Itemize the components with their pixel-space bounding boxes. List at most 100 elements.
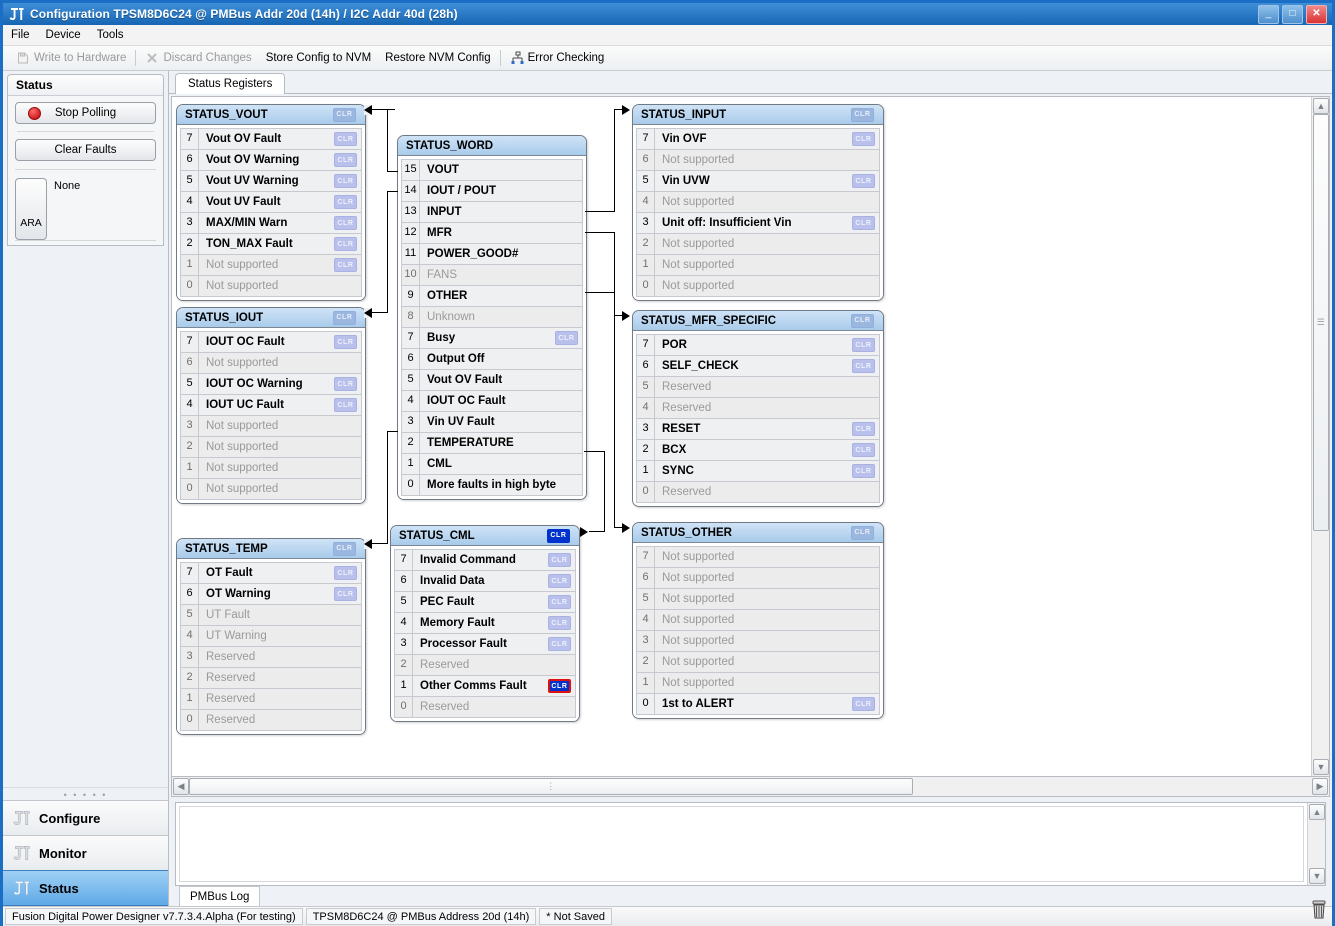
- clear-button[interactable]: CLR: [334, 237, 357, 251]
- register-bit-row: 3Not supported: [180, 415, 362, 437]
- sidebar-item-configure[interactable]: Configure: [3, 800, 168, 836]
- clear-button[interactable]: CLR: [548, 637, 571, 651]
- clear-button[interactable]: CLR: [548, 574, 571, 588]
- clear-button[interactable]: CLR: [852, 338, 875, 352]
- bit-number: 6: [395, 571, 413, 591]
- bit-number: 13: [402, 202, 420, 222]
- bit-number: 3: [637, 419, 655, 439]
- clear-button[interactable]: CLR: [852, 216, 875, 230]
- register-bit-row: 2Reserved: [394, 654, 576, 676]
- scroll-up-button[interactable]: ▲: [1313, 98, 1329, 114]
- sidebar-item-monitor[interactable]: Monitor: [3, 835, 168, 871]
- clear-button[interactable]: CLR: [852, 174, 875, 188]
- menu-item-device[interactable]: Device: [46, 29, 81, 41]
- minimize-button[interactable]: _: [1258, 5, 1279, 24]
- register-bit-row: 7Vin OVFCLR: [636, 128, 880, 150]
- clear-button[interactable]: CLR: [334, 174, 357, 188]
- bit-label: Memory Fault: [413, 617, 548, 629]
- arrow-iout: [364, 308, 372, 318]
- clear-button[interactable]: CLR: [334, 153, 357, 167]
- clear-button[interactable]: CLR: [334, 587, 357, 601]
- sidebar-nav-grip[interactable]: • • • • •: [3, 787, 168, 801]
- clear-button[interactable]: CLR: [334, 335, 357, 349]
- clear-button[interactable]: CLR: [852, 422, 875, 436]
- register-bit-row: 15VOUT: [401, 159, 583, 181]
- bit-number: 7: [181, 332, 199, 352]
- scroll-down-button[interactable]: ▼: [1313, 759, 1329, 775]
- clear-button[interactable]: CLR: [851, 314, 874, 328]
- clear-button[interactable]: CLR: [852, 359, 875, 373]
- bit-number: 7: [637, 335, 655, 355]
- write-to-hardware-button[interactable]: Write to Hardware: [9, 47, 133, 69]
- bit-number: 4: [637, 398, 655, 418]
- scroll-right-button[interactable]: ▶: [1312, 778, 1328, 795]
- bit-label: IOUT / POUT: [420, 185, 582, 197]
- connector-temp: [387, 431, 388, 544]
- register-bit-row: 5PEC FaultCLR: [394, 591, 576, 613]
- clear-button[interactable]: CLR: [334, 566, 357, 580]
- clear-button[interactable]: CLR: [555, 331, 578, 345]
- clear-button[interactable]: CLR: [334, 132, 357, 146]
- register-header-status_input: STATUS_INPUTCLR: [633, 105, 883, 125]
- bit-label: INPUT: [420, 206, 582, 218]
- register-bit-row: 1Reserved: [180, 688, 362, 710]
- bit-number: 0: [637, 276, 655, 296]
- clear-faults-button[interactable]: Clear Faults: [15, 139, 156, 161]
- register-bit-row: 0Not supported: [180, 275, 362, 297]
- clear-button[interactable]: CLR: [548, 553, 571, 567]
- tab-status-registers[interactable]: Status Registers: [175, 73, 285, 94]
- clear-button[interactable]: CLR: [852, 464, 875, 478]
- scroll-left-button[interactable]: ◀: [173, 778, 189, 795]
- bit-number: 1: [637, 461, 655, 481]
- clear-button[interactable]: CLR: [334, 195, 357, 209]
- register-bit-row: 2TON_MAX FaultCLR: [180, 233, 362, 255]
- close-button[interactable]: ✕: [1306, 5, 1327, 24]
- ti-logo-icon: [13, 880, 31, 896]
- bit-label: Vout UV Warning: [199, 175, 334, 187]
- clear-button[interactable]: CLR: [333, 108, 356, 122]
- store-config-to-nvm-button[interactable]: Store Config to NVM: [259, 47, 378, 69]
- log-scroll-down-button[interactable]: ▼: [1309, 868, 1325, 884]
- horizontal-scroll-thumb[interactable]: ⋮: [189, 778, 913, 795]
- bit-number: 7: [395, 550, 413, 570]
- clear-button[interactable]: CLR: [852, 443, 875, 457]
- clear-button[interactable]: CLR: [548, 616, 571, 630]
- register-header-status_word: STATUS_WORD: [398, 136, 586, 156]
- clear-button[interactable]: CLR: [852, 697, 875, 711]
- ti-logo-icon: [8, 6, 26, 22]
- clear-button[interactable]: CLR: [334, 398, 357, 412]
- log-scroll-up-button[interactable]: ▲: [1309, 804, 1325, 820]
- pmbus-log-content[interactable]: [179, 806, 1304, 882]
- clear-button[interactable]: CLR: [548, 679, 571, 693]
- restore-nvm-config-button[interactable]: Restore NVM Config: [378, 47, 497, 69]
- clear-button[interactable]: CLR: [547, 529, 570, 543]
- ara-button[interactable]: ARA: [15, 178, 47, 240]
- stop-polling-button[interactable]: Stop Polling: [15, 102, 156, 124]
- menu-item-file[interactable]: File: [11, 29, 30, 41]
- vertical-scroll-thumb[interactable]: ☰: [1313, 114, 1329, 531]
- bit-label: Not supported: [655, 196, 879, 208]
- tab-pmbus-log[interactable]: PMBus Log: [179, 886, 260, 906]
- bit-number: 0: [181, 479, 199, 499]
- sidebar-item-status[interactable]: Status: [3, 870, 168, 906]
- canvas-vertical-scrollbar[interactable]: ▲ ☰ ▼: [1311, 97, 1329, 776]
- maximize-button[interactable]: □: [1282, 5, 1303, 24]
- clear-button[interactable]: CLR: [851, 108, 874, 122]
- trash-can-icon[interactable]: [1310, 900, 1328, 920]
- register-name: STATUS_CML: [399, 530, 547, 542]
- clear-button[interactable]: CLR: [334, 377, 357, 391]
- clear-button[interactable]: CLR: [334, 216, 357, 230]
- canvas-horizontal-scrollbar[interactable]: ◀ ⋮ ▶: [171, 777, 1330, 797]
- discard-changes-button[interactable]: Discard Changes: [138, 47, 258, 69]
- error-checking-button[interactable]: Error Checking: [503, 47, 612, 69]
- clear-button[interactable]: CLR: [852, 132, 875, 146]
- clear-button[interactable]: CLR: [333, 542, 356, 556]
- menu-item-tools[interactable]: Tools: [97, 29, 124, 41]
- clear-button[interactable]: CLR: [333, 311, 356, 325]
- application-window: Configuration TPSM8D6C24 @ PMBus Addr 20…: [0, 0, 1335, 926]
- clear-button[interactable]: CLR: [548, 595, 571, 609]
- register-rows: 7Vout OV FaultCLR6Vout OV WarningCLR5Vou…: [177, 125, 365, 300]
- clear-button[interactable]: CLR: [334, 258, 357, 272]
- clear-button[interactable]: CLR: [851, 526, 874, 540]
- log-vertical-scrollbar[interactable]: ▲ ▼: [1307, 803, 1325, 885]
